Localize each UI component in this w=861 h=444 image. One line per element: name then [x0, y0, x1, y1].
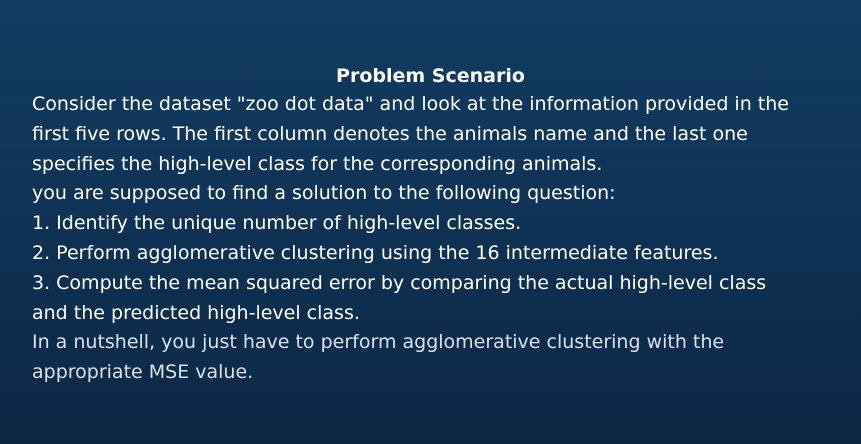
step-3: 3. Compute the mean squared error by com…: [32, 271, 767, 294]
text-line: you are supposed to find a solution to t…: [32, 182, 616, 205]
step-2: 2. Perform agglomerative clustering usin…: [32, 241, 719, 264]
step-3-continued: and the predicted high-level class.: [32, 301, 360, 324]
slide-title: Problem Scenario: [336, 65, 525, 87]
scenario-text: Consider the dataset "zoo dot data" and …: [32, 90, 842, 388]
slide: Problem Scenario Consider the dataset "z…: [0, 0, 861, 444]
text-line: specifies the high-level class for the c…: [32, 152, 603, 175]
step-1: 1. Identify the unique number of high-le…: [32, 212, 522, 235]
summary-line: In a nutshell, you just have to perform …: [32, 331, 725, 354]
summary-line: appropriate MSE value.: [32, 361, 254, 384]
text-line: first five rows. The first column denote…: [32, 122, 748, 145]
text-line: Consider the dataset "zoo dot data" and …: [32, 93, 789, 115]
